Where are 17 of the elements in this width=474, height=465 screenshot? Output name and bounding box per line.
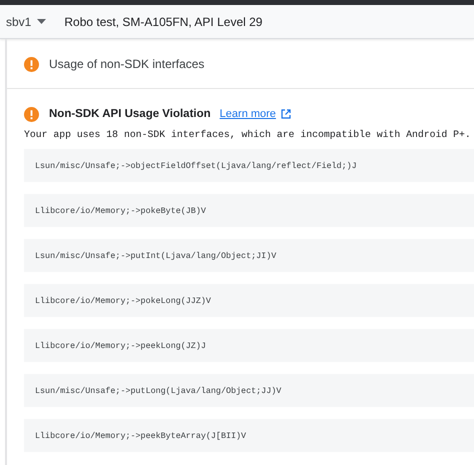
test-title: Robo test, SM-A105FN, API Level 29 (64, 14, 262, 28)
device-selector[interactable]: sbv1 (0, 12, 50, 30)
interface-signature: Llibcore/io/Memory;->peekLong(JZ)J (35, 340, 206, 350)
warning-icon (24, 106, 39, 122)
interface-signature: Lsun/misc/Unsafe;->putLong(Ljava/lang/Object;JJ)V (35, 386, 282, 396)
violation-title: Non-SDK API Usage Violation (49, 108, 211, 120)
issue-label: Usage of non-SDK interfaces (49, 57, 204, 71)
warning-icon (24, 56, 39, 72)
interface-signature: Llibcore/io/Memory;->pokeLong(JJZ)V (35, 296, 211, 306)
learn-more-link[interactable]: Learn more (220, 108, 276, 120)
interface-signature: Llibcore/io/Memory;->pokeByte(JB)V (35, 206, 206, 216)
interface-signature: Llibcore/io/Memory;->peekByteArray(J[BII)V (35, 430, 246, 440)
external-link-icon (280, 109, 291, 119)
violation-description: Your app uses 18 non-SDK interfaces, which are incompatible with Android P+. (23, 129, 472, 140)
dropdown-caret-icon (37, 19, 46, 24)
interface-signature: Lsun/misc/Unsafe;->putInt(Ljava/lang/Object;JI)V (35, 250, 276, 260)
interface-signature: Lsun/misc/Unsafe;->objectFieldOffset(Ljava/lang/reflect/Field;)J (35, 160, 357, 170)
